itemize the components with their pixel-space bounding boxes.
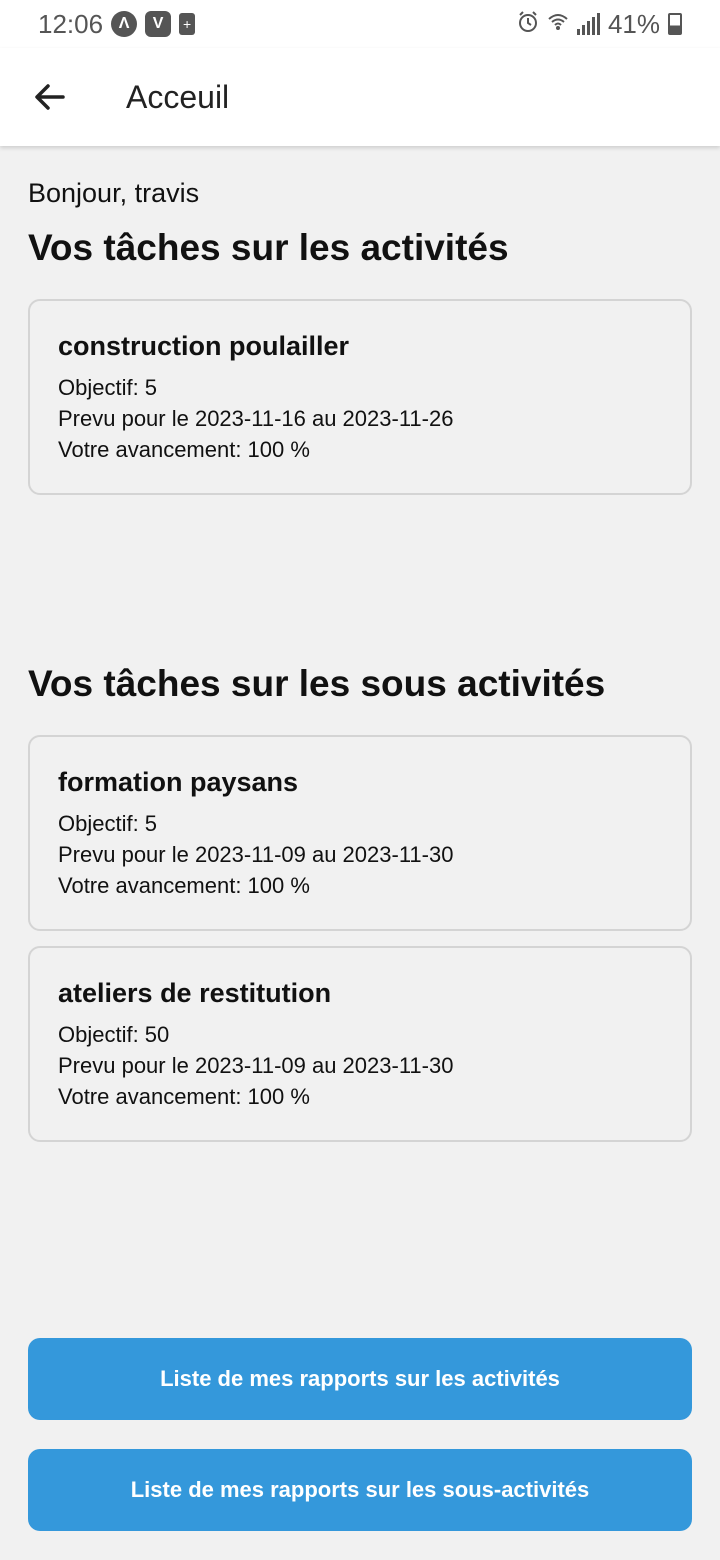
- activity-avancement: Votre avancement: 100 %: [58, 437, 310, 462]
- activity-objectif: Objectif: 5: [58, 375, 158, 400]
- greeting-text: Bonjour, travis: [28, 178, 200, 208]
- sous-activity-title: ateliers de restitution: [58, 978, 332, 1008]
- app-notification-icon: Λ: [111, 11, 138, 37]
- sous-activity-card[interactable]: formation paysans Objectif: 5 Prevu pour…: [28, 735, 692, 931]
- status-time: 12:06: [38, 8, 104, 39]
- v-notification-icon: V: [145, 11, 172, 37]
- sous-activity-prevu: Prevu pour le 2023-11-09 au 2023-11-30: [58, 1053, 454, 1078]
- battery-icon: [668, 13, 682, 35]
- wifi-icon: [547, 9, 569, 40]
- activity-prevu: Prevu pour le 2023-11-16 au 2023-11-26: [58, 406, 454, 431]
- alarm-icon: [517, 9, 539, 40]
- rapports-sous-activites-button[interactable]: Liste de mes rapports sur les sous-activ…: [28, 1449, 692, 1531]
- back-arrow-icon: [35, 84, 65, 110]
- status-left: 12:06 Λ V +: [38, 8, 196, 40]
- signal-icon: [576, 13, 600, 35]
- sous-activity-avancement: Votre avancement: 100 %: [58, 873, 310, 898]
- activity-card[interactable]: construction poulailler Objectif: 5 Prev…: [28, 299, 692, 495]
- sous-activity-title: formation paysans: [58, 767, 299, 797]
- battery-percent: 41%: [607, 8, 660, 39]
- status-right: 41%: [517, 9, 682, 40]
- sous-activity-avancement: Votre avancement: 100 %: [58, 1084, 310, 1109]
- activity-title: construction poulailler: [58, 331, 350, 361]
- battery-saver-icon: +: [179, 13, 196, 35]
- app-bar: Acceuil: [0, 48, 720, 146]
- sous-activity-card[interactable]: ateliers de restitution Objectif: 50 Pre…: [28, 946, 692, 1142]
- back-button[interactable]: [20, 67, 80, 127]
- status-bar: 12:06 Λ V + 41%: [0, 0, 720, 48]
- sous-activity-prevu: Prevu pour le 2023-11-09 au 2023-11-30: [58, 842, 454, 867]
- main-content: Bonjour, travis Vos tâches sur les activ…: [28, 146, 692, 1142]
- page-title: Acceuil: [126, 78, 230, 115]
- activities-section-title: Vos tâches sur les activités: [28, 227, 509, 268]
- sous-activity-objectif: Objectif: 50: [58, 1022, 170, 1047]
- sous-activity-objectif: Objectif: 5: [58, 811, 158, 836]
- sous-activities-section-title: Vos tâches sur les sous activités: [28, 663, 606, 704]
- rapports-activites-button[interactable]: Liste de mes rapports sur les activités: [28, 1338, 692, 1420]
